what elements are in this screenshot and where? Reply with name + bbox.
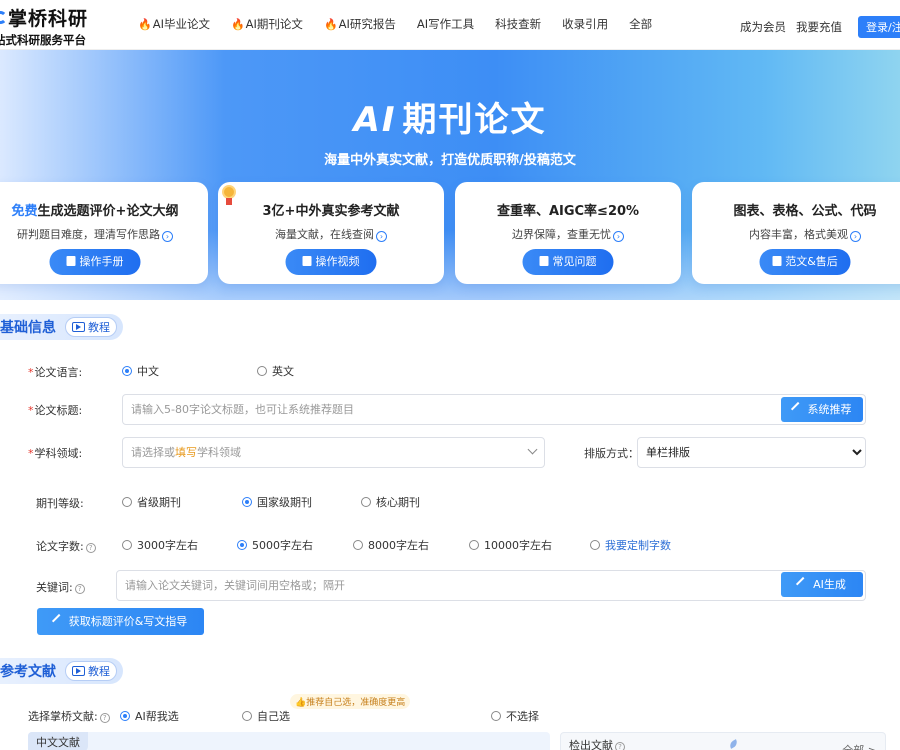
arrow-right-icon: › [850, 231, 861, 242]
help-icon[interactable]: ? [99, 713, 110, 723]
magic-wand-icon [51, 613, 66, 629]
logo-sub-text: 站式科研服务平台 [0, 33, 86, 47]
nav-item-novelty-search[interactable]: 科技查新 [495, 16, 541, 32]
radio-provincial[interactable]: 省级期刊 [122, 494, 181, 510]
found-references-panel: 检出文献? 全部 > [560, 732, 886, 750]
free-tag: 免费 [11, 204, 38, 219]
view-all-link[interactable]: 全部 > [842, 742, 877, 750]
video-icon [302, 256, 312, 266]
arrow-right-icon: › [376, 231, 387, 242]
found-references-title: 检出文献? [569, 737, 625, 750]
radio-national[interactable]: 国家级期刊 [242, 494, 312, 510]
section-references: 参考文献 教程 [0, 658, 123, 684]
feature-cards: 免费生成选题评价+论文大纲 研判题目难度，理清写作思路 › 操作手册 3亿+中外真… [0, 182, 900, 284]
medal-icon [222, 185, 236, 205]
feature-card-outline: 免费生成选题评价+论文大纲 研判题目难度，理清写作思路 › 操作手册 [0, 182, 208, 284]
thumbs-up-icon: 👍 [295, 698, 307, 708]
paper-title-input[interactable] [122, 394, 866, 425]
nav-item-ai-journal[interactable]: 🔥 AI期刊论文 [231, 16, 303, 32]
tutorial-button[interactable]: 教程 [65, 661, 117, 681]
subject-field-label: *学科领域: [28, 447, 83, 460]
radio-self-select[interactable]: 自己选 [242, 708, 290, 724]
magic-wand-icon [796, 576, 811, 592]
banner-title: AI 期刊论文 [353, 100, 547, 140]
chinese-references-panel: 中文文献 [28, 732, 550, 750]
arrow-right-icon: › [162, 231, 173, 242]
help-icon[interactable]: ? [615, 742, 625, 750]
select-references-label: 选择掌桥文献:? [28, 708, 110, 724]
faq-button[interactable]: 常见问题 [522, 249, 614, 275]
top-nav: 掌桥科研 站式科研服务平台 🔥 AI毕业论文 🔥 AI期刊论文 🔥 AI研究报告 AI… [0, 0, 900, 50]
radio-10000[interactable]: 10000字左右 [469, 537, 552, 553]
fire-icon: 🔥 [138, 17, 152, 31]
heart-icon [772, 256, 782, 266]
feature-card-plagiarism: 查重率、AIGC率≤20% 边界保障，查重无忧 › 常见问题 [455, 182, 681, 284]
journal-level-label: 期刊等级: [36, 497, 84, 510]
magic-wand-icon [790, 401, 805, 417]
list-icon [539, 256, 549, 266]
recommend-tip: 👍推荐自己选，准确度更高 [290, 694, 411, 709]
help-icon[interactable]: ? [74, 584, 85, 594]
radio-3000[interactable]: 3000字左右 [122, 537, 198, 553]
logo[interactable]: 掌桥科研 站式科研服务平台 [0, 4, 104, 48]
play-icon [72, 322, 85, 332]
hero-banner: AI 期刊论文 海量中外真实文献，打造优质职称/投稿范文 免费生成选题评价+论文大… [0, 50, 900, 300]
login-button[interactable]: 登录/注册 [858, 16, 900, 38]
video-button[interactable]: 操作视频 [285, 249, 377, 275]
arrow-right-icon: › [613, 231, 624, 242]
keywords-input[interactable] [116, 570, 866, 601]
keywords-label: 关键词:? [36, 579, 85, 595]
radio-no-select[interactable]: 不选择 [491, 708, 539, 724]
radio-5000[interactable]: 5000字左右 [237, 537, 313, 553]
fire-icon: 🔥 [323, 17, 338, 31]
section-title: 基础信息 [0, 320, 56, 336]
logo-icon [0, 11, 7, 24]
feature-card-references: 3亿+中外真实参考文献 海量文献，在线查阅 › 操作视频 [218, 182, 444, 284]
nav-item-citation[interactable]: 收录引用 [562, 16, 608, 32]
tab-chinese-references[interactable]: 中文文献 [28, 732, 88, 750]
section-title: 参考文献 [0, 664, 56, 680]
subject-field-select[interactable]: 请选择或填写学科领域 [122, 437, 545, 468]
layout-select[interactable]: 单栏排版 [637, 437, 866, 468]
nav-right: 成为会员 我要充值 登录/注册 [740, 16, 900, 38]
paper-title-label: *论文标题: [28, 404, 83, 417]
help-icon[interactable]: ? [85, 543, 96, 553]
nav-item-ai-report[interactable]: 🔥 AI研究报告 [324, 16, 396, 32]
layout-label: 排版方式： [584, 447, 639, 460]
nav-item-all[interactable]: 全部 [629, 16, 652, 32]
chevron-down-icon [527, 444, 538, 455]
recharge-link[interactable]: 我要充值 [796, 19, 842, 35]
member-link[interactable]: 成为会员 [740, 19, 786, 35]
radio-chinese[interactable]: 中文 [122, 363, 159, 379]
system-recommend-button[interactable]: 系统推荐 [781, 397, 863, 422]
logo-main-text: 掌桥科研 [8, 8, 89, 30]
ai-generate-button[interactable]: AI生成 [781, 572, 863, 597]
nav-item-ai-tools[interactable]: AI写作工具 [417, 16, 474, 32]
tutorial-button[interactable]: 教程 [65, 317, 117, 337]
word-count-label: 论文字数:? [36, 538, 96, 554]
radio-8000[interactable]: 8000字左右 [353, 537, 429, 553]
feature-card-charts: 图表、表格、公式、代码 内容丰富，格式美观 › 范文&售后 [692, 182, 900, 284]
section-basic-info: 基础信息 教程 [0, 314, 123, 340]
fire-icon: 🔥 [230, 17, 245, 31]
radio-ai-select[interactable]: AI帮我选 [120, 708, 179, 724]
nav-menu: 🔥 AI毕业论文 🔥 AI期刊论文 🔥 AI研究报告 AI写作工具 科技查新 收录引用… [138, 16, 673, 32]
radio-custom-count[interactable]: 我要定制字数 [590, 537, 671, 553]
banner-subtitle: 海量中外真实文献，打造优质职称/投稿范文 [324, 153, 576, 168]
leaf-icon [728, 739, 739, 749]
language-label: *论文语言: [28, 366, 83, 379]
document-icon [66, 256, 76, 266]
sample-support-button[interactable]: 范文&售后 [759, 249, 851, 275]
get-title-evaluation-button[interactable]: 获取标题评价&写文指导 [37, 608, 204, 635]
play-icon [72, 666, 85, 676]
manual-button[interactable]: 操作手册 [49, 249, 141, 275]
radio-english[interactable]: 英文 [257, 363, 294, 379]
nav-item-ai-thesis[interactable]: 🔥 AI毕业论文 [138, 16, 210, 32]
radio-core[interactable]: 核心期刊 [361, 494, 420, 510]
